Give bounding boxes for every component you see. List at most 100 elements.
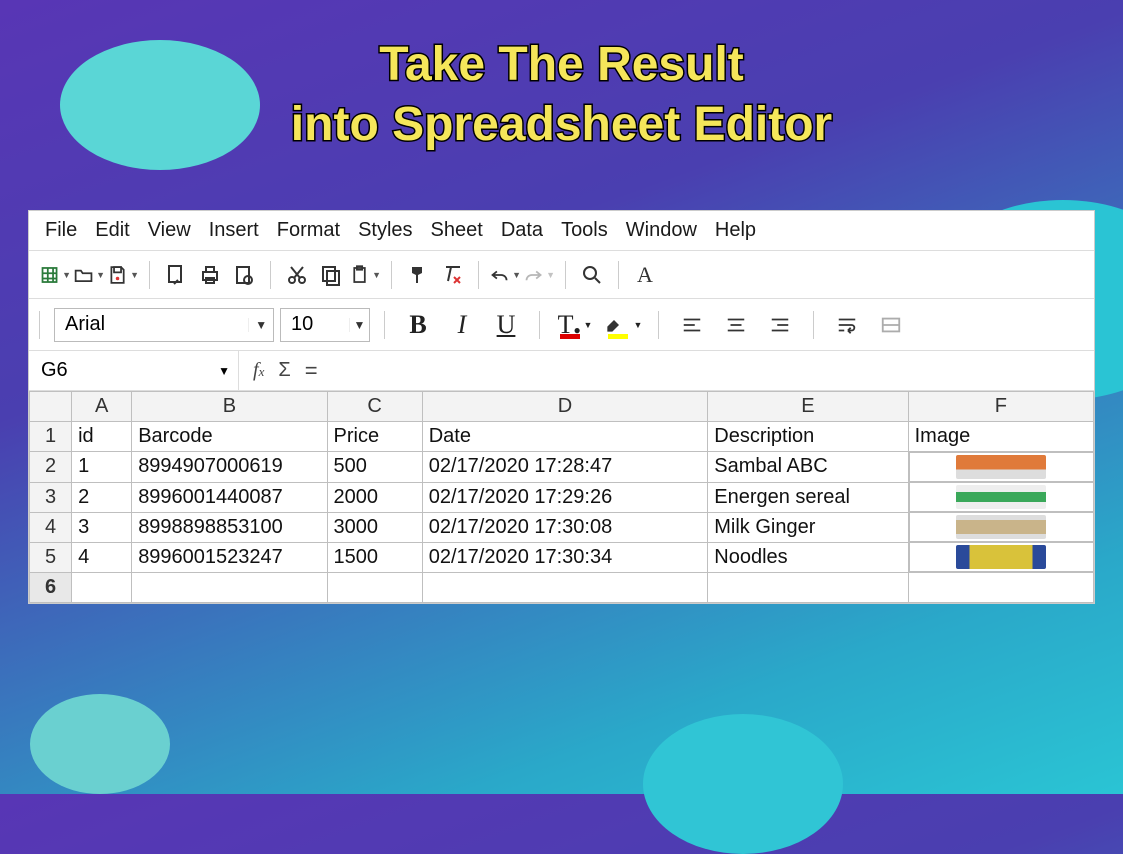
print-preview-icon[interactable]: [228, 259, 260, 291]
menu-insert[interactable]: Insert: [203, 217, 265, 244]
cell[interactable]: 4: [72, 542, 132, 573]
cell[interactable]: Date: [422, 422, 708, 452]
new-icon[interactable]: ▼: [39, 259, 71, 291]
name-box[interactable]: G6 ▼: [29, 351, 239, 390]
cell[interactable]: [909, 542, 1094, 572]
col-header[interactable]: D: [422, 392, 708, 422]
clone-formatting-icon[interactable]: [402, 259, 434, 291]
paste-icon[interactable]: ▼: [349, 259, 381, 291]
table-row[interactable]: 6: [30, 573, 1094, 603]
formula-icon[interactable]: =: [305, 358, 318, 384]
cell[interactable]: 1: [72, 452, 132, 483]
font-size-input[interactable]: [281, 313, 349, 336]
save-icon[interactable]: ▼: [107, 259, 139, 291]
chevron-down-icon[interactable]: ▼: [248, 318, 273, 332]
cut-icon[interactable]: [281, 259, 313, 291]
formula-input[interactable]: [332, 359, 1094, 382]
cell[interactable]: 3: [72, 512, 132, 542]
chevron-down-icon[interactable]: ▼: [349, 318, 369, 332]
cell[interactable]: [909, 482, 1094, 512]
menu-view[interactable]: View: [142, 217, 197, 244]
cell[interactable]: [422, 573, 708, 603]
cell[interactable]: [708, 573, 908, 603]
row-header[interactable]: 2: [30, 452, 72, 483]
cell[interactable]: Image: [908, 422, 1093, 452]
table-row[interactable]: 2 1 8994907000619 500 02/17/2020 17:28:4…: [30, 452, 1094, 483]
cell[interactable]: Barcode: [132, 422, 327, 452]
undo-icon[interactable]: ▼: [489, 259, 521, 291]
cell[interactable]: Milk Ginger: [708, 512, 908, 542]
find-icon[interactable]: [576, 259, 608, 291]
cell[interactable]: 02/17/2020 17:29:26: [422, 482, 708, 512]
highlight-color-button[interactable]: ▼: [602, 307, 644, 343]
cell[interactable]: Description: [708, 422, 908, 452]
row-header[interactable]: 5: [30, 542, 72, 573]
cell[interactable]: 3000: [327, 512, 422, 542]
table-row[interactable]: 3 2 8996001440087 2000 02/17/2020 17:29:…: [30, 482, 1094, 512]
cell[interactable]: Energen sereal: [708, 482, 908, 512]
bold-button[interactable]: B: [399, 307, 437, 343]
menu-help[interactable]: Help: [709, 217, 762, 244]
row-header[interactable]: 4: [30, 512, 72, 542]
cell[interactable]: id: [72, 422, 132, 452]
cell[interactable]: 02/17/2020 17:30:34: [422, 542, 708, 573]
table-row[interactable]: 1 id Barcode Price Date Description Imag…: [30, 422, 1094, 452]
export-pdf-icon[interactable]: [160, 259, 192, 291]
table-row[interactable]: 4 3 8998898853100 3000 02/17/2020 17:30:…: [30, 512, 1094, 542]
cell[interactable]: [327, 573, 422, 603]
cell[interactable]: 02/17/2020 17:28:47: [422, 452, 708, 483]
cell[interactable]: [72, 573, 132, 603]
cell[interactable]: [132, 573, 327, 603]
clear-formatting-icon[interactable]: [436, 259, 468, 291]
col-header[interactable]: A: [72, 392, 132, 422]
sum-icon[interactable]: Σ: [278, 359, 290, 382]
cell[interactable]: Noodles: [708, 542, 908, 573]
col-header[interactable]: F: [908, 392, 1093, 422]
select-all-corner[interactable]: [30, 392, 72, 422]
spellcheck-icon[interactable]: A: [629, 259, 661, 291]
cell[interactable]: [909, 452, 1094, 482]
font-size-combo[interactable]: ▼: [280, 308, 370, 342]
col-header[interactable]: E: [708, 392, 908, 422]
row-header[interactable]: 3: [30, 482, 72, 512]
cell[interactable]: 8996001523247: [132, 542, 327, 573]
cell[interactable]: Price: [327, 422, 422, 452]
chevron-down-icon[interactable]: ▼: [218, 364, 230, 378]
underline-button[interactable]: U: [487, 307, 525, 343]
menu-sheet[interactable]: Sheet: [425, 217, 489, 244]
cell[interactable]: 8996001440087: [132, 482, 327, 512]
cell[interactable]: 8994907000619: [132, 452, 327, 483]
row-header[interactable]: 6: [30, 573, 72, 603]
table-row[interactable]: 5 4 8996001523247 1500 02/17/2020 17:30:…: [30, 542, 1094, 573]
cell[interactable]: 8998898853100: [132, 512, 327, 542]
cell[interactable]: [908, 573, 1093, 603]
cell[interactable]: 1500: [327, 542, 422, 573]
menu-tools[interactable]: Tools: [555, 217, 614, 244]
cell[interactable]: Sambal ABC: [708, 452, 908, 483]
menu-file[interactable]: File: [39, 217, 83, 244]
menu-window[interactable]: Window: [620, 217, 703, 244]
function-wizard-icon[interactable]: fx: [253, 359, 264, 382]
print-icon[interactable]: [194, 259, 226, 291]
col-header[interactable]: B: [132, 392, 327, 422]
font-name-combo[interactable]: ▼: [54, 308, 274, 342]
wrap-text-button[interactable]: [828, 307, 866, 343]
row-header[interactable]: 1: [30, 422, 72, 452]
cell[interactable]: 2: [72, 482, 132, 512]
col-header[interactable]: C: [327, 392, 422, 422]
menu-data[interactable]: Data: [495, 217, 549, 244]
menu-styles[interactable]: Styles: [352, 217, 418, 244]
menu-edit[interactable]: Edit: [89, 217, 135, 244]
cell[interactable]: 500: [327, 452, 422, 483]
font-name-input[interactable]: [55, 313, 248, 336]
cell[interactable]: [909, 512, 1094, 542]
cell[interactable]: 2000: [327, 482, 422, 512]
copy-icon[interactable]: [315, 259, 347, 291]
align-right-button[interactable]: [761, 307, 799, 343]
spreadsheet-grid[interactable]: A B C D E F 1 id Barcode Price Date Desc…: [29, 391, 1094, 603]
merge-cells-button[interactable]: [872, 307, 910, 343]
font-color-button[interactable]: T● ▼: [554, 307, 596, 343]
align-left-button[interactable]: [673, 307, 711, 343]
open-icon[interactable]: ▼: [73, 259, 105, 291]
italic-button[interactable]: I: [443, 307, 481, 343]
